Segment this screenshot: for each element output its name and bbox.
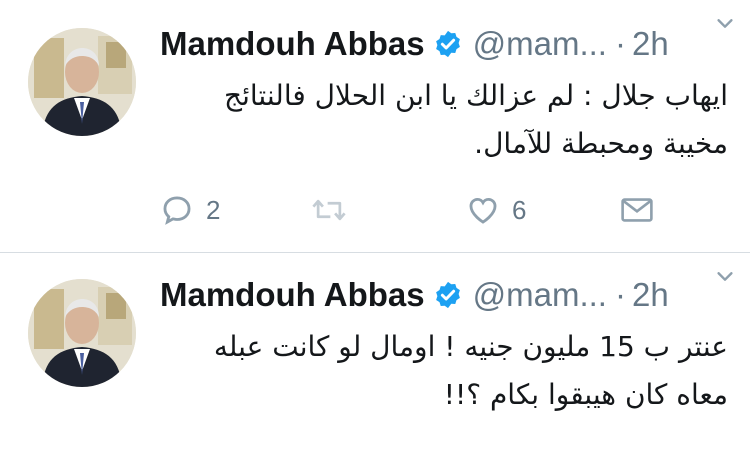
like-button[interactable]: 6: [466, 190, 526, 230]
tweet-text: عنتر ب 15 مليون جنيه ! اومال لو كانت عبل…: [156, 323, 728, 419]
author-name[interactable]: Mamdouh Abbas: [160, 25, 425, 63]
author-name[interactable]: Mamdouh Abbas: [160, 276, 425, 314]
retweet-button[interactable]: [310, 190, 348, 230]
chevron-down-icon[interactable]: [714, 12, 736, 34]
separator-dot: ·: [614, 276, 626, 313]
author-handle[interactable]: @mam...: [473, 25, 607, 63]
tweet-header: Mamdouh Abbas @mam... · 2h: [160, 273, 738, 317]
tweet-1[interactable]: Mamdouh Abbas @mam... · 2h ايهاب جلال : …: [0, 0, 750, 253]
separator-dot: ·: [614, 25, 626, 62]
heart-icon: [466, 193, 500, 227]
tweet-actions: 2 6: [160, 190, 680, 230]
verified-badge-icon: [433, 280, 463, 310]
tweet-text-line: معاه كان هيبقوا بكام ؟!!: [443, 378, 728, 411]
tweet-2[interactable]: Mamdouh Abbas @mam... · 2h عنتر ب 15 ملي…: [0, 253, 750, 450]
author-handle[interactable]: @mam...: [473, 276, 607, 314]
like-count: 6: [512, 194, 527, 225]
tweet-header: Mamdouh Abbas @mam... · 2h: [160, 22, 738, 66]
verified-badge-icon: [433, 29, 463, 59]
tweet-text-line: عنتر ب 15 مليون جنيه ! اومال لو كانت عبل…: [213, 330, 728, 363]
reply-button[interactable]: 2: [160, 190, 220, 230]
direct-message-button[interactable]: [620, 190, 654, 230]
timestamp[interactable]: 2h: [632, 25, 669, 63]
timestamp[interactable]: 2h: [632, 276, 669, 314]
tweet-text-line: ايهاب جلال : لم عزالك يا ابن الحلال فالن…: [224, 79, 728, 112]
envelope-icon: [620, 195, 654, 225]
reply-icon: [160, 193, 194, 227]
reply-count: 2: [206, 194, 221, 225]
chevron-down-icon[interactable]: [714, 265, 736, 287]
avatar[interactable]: [28, 279, 136, 387]
avatar[interactable]: [28, 28, 136, 136]
retweet-icon: [310, 193, 348, 227]
tweet-text: ايهاب جلال : لم عزالك يا ابن الحلال فالن…: [156, 72, 728, 168]
tweet-text-line: مخيبة ومحبطة للآمال.: [474, 127, 728, 160]
